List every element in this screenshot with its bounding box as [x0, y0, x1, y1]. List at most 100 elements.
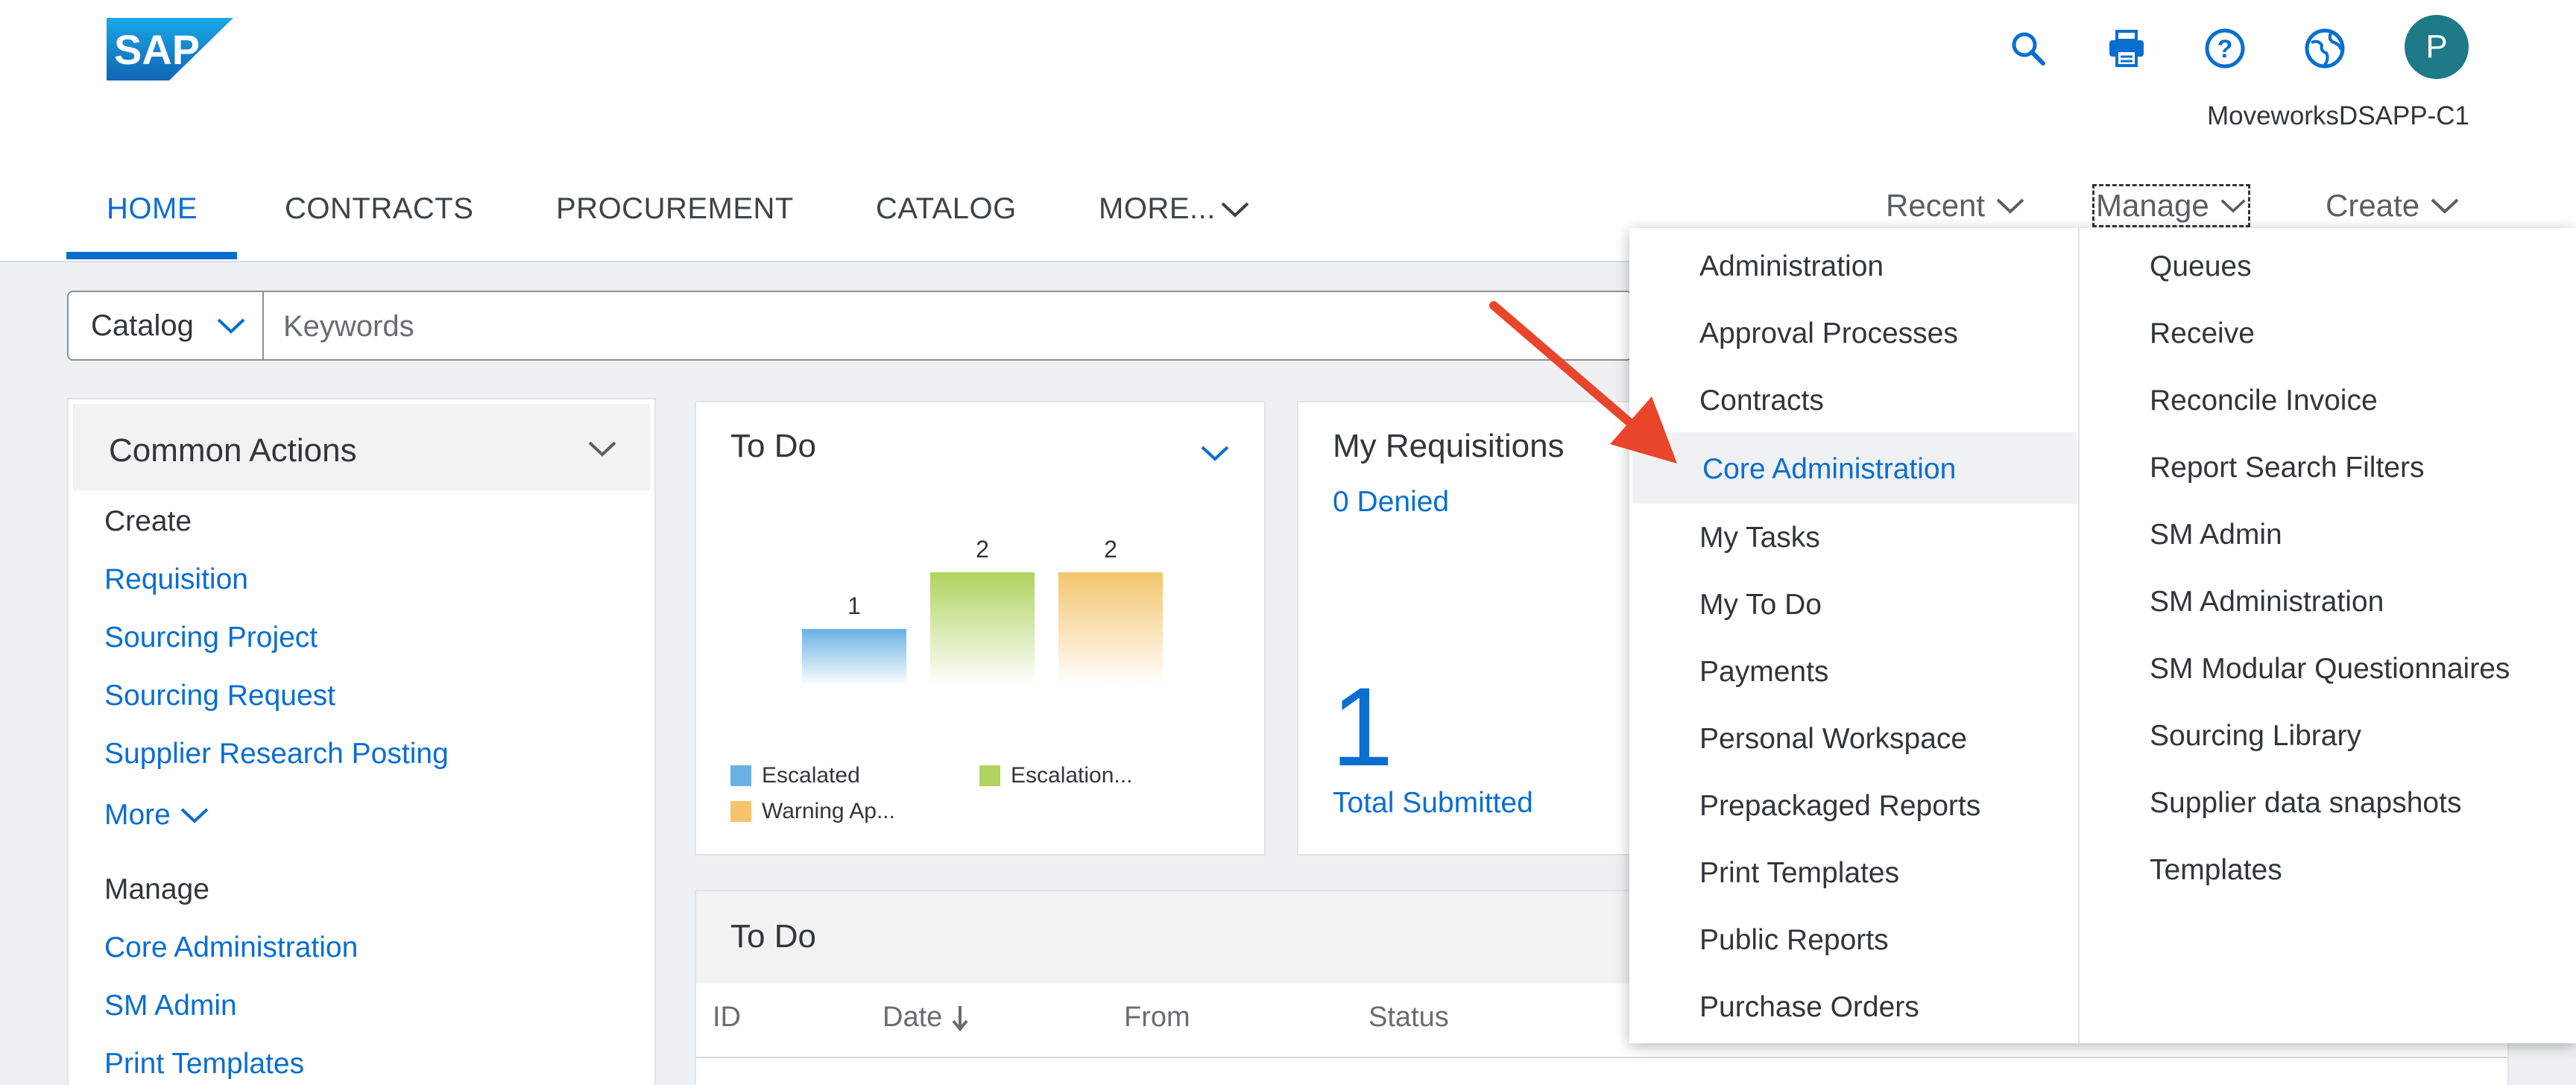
menu-item-print-templates[interactable]: Print Templates — [1699, 857, 1899, 890]
menu-item-purchase-orders[interactable]: Purchase Orders — [1699, 991, 1919, 1024]
column-date-label: Date — [883, 1002, 943, 1033]
legend-label: Warning Ap... — [762, 799, 895, 823]
bar-1[interactable] — [802, 629, 906, 686]
link-sourcing-project[interactable]: Sourcing Project — [104, 621, 318, 654]
search-scope-select[interactable]: Catalog — [69, 292, 264, 359]
menu-manage-label: Manage — [2096, 188, 2209, 223]
more-label: More — [104, 799, 171, 831]
menu-item-reconcile-invoice[interactable]: Reconcile Invoice — [2150, 385, 2378, 417]
help-icon[interactable]: ? — [2200, 24, 2250, 73]
column-from[interactable]: From — [1124, 1002, 1190, 1034]
tab-more[interactable]: MORE... — [1099, 192, 1250, 226]
tenant-name: MoveworksDSAPP-C1 — [2206, 101, 2469, 130]
manage-dropdown-menu: Administration Approval Processes Contra… — [1629, 228, 2576, 1043]
column-date[interactable]: Date — [883, 1002, 969, 1034]
chevron-down-icon — [217, 318, 245, 334]
menu-create-label: Create — [2326, 188, 2420, 223]
menu-item-administration[interactable]: Administration — [1699, 250, 1884, 283]
more-toggle[interactable]: More — [104, 799, 209, 832]
menu-item-supplier-data-snapshots[interactable]: Supplier data snapshots — [2150, 787, 2461, 820]
requisitions-tile-title: My Requisitions — [1333, 428, 1565, 464]
menu-create[interactable]: Create — [2326, 188, 2460, 224]
bar-value-label: 2 — [976, 536, 989, 563]
column-id[interactable]: ID — [713, 1002, 741, 1034]
menu-item-receive[interactable]: Receive — [2150, 317, 2255, 350]
menu-recent-label: Recent — [1886, 188, 1986, 223]
create-section-label: Create — [104, 505, 192, 537]
menu-recent[interactable]: Recent — [1886, 188, 2025, 224]
logo-text: SAP — [114, 26, 200, 73]
column-status[interactable]: Status — [1368, 1002, 1449, 1034]
tab-procurement[interactable]: PROCUREMENT — [556, 192, 794, 226]
sort-descending-icon — [952, 1005, 968, 1031]
bar-value-label: 1 — [847, 592, 861, 619]
total-submitted-value[interactable]: 1 — [1331, 671, 1393, 782]
link-supplier-research-posting[interactable]: Supplier Research Posting — [104, 738, 449, 771]
menu-item-contracts[interactable]: Contracts — [1699, 385, 1824, 417]
todo-table-title: To Do — [730, 918, 816, 955]
menu-item-sm-modular-questionnaires[interactable]: SM Modular Questionnaires — [2150, 653, 2510, 686]
menu-item-sm-admin[interactable]: SM Admin — [2150, 519, 2282, 551]
search-icon[interactable] — [2004, 24, 2053, 73]
legend-escalated: Escalated — [730, 763, 860, 788]
chevron-down-icon — [1221, 202, 1249, 218]
link-print-templates[interactable]: Print Templates — [104, 1048, 304, 1081]
menu-item-queues[interactable]: Queues — [2150, 250, 2252, 283]
menu-item-report-search-filters[interactable]: Report Search Filters — [2150, 452, 2424, 484]
menu-item-payments[interactable]: Payments — [1699, 656, 1828, 689]
chevron-down-icon[interactable] — [587, 440, 617, 458]
menu-item-sourcing-library[interactable]: Sourcing Library — [2150, 720, 2361, 753]
tab-contracts[interactable]: CONTRACTS — [285, 192, 473, 226]
menu-item-my-to-do[interactable]: My To Do — [1699, 589, 1822, 621]
menu-item-approval-processes[interactable]: Approval Processes — [1699, 317, 1958, 350]
total-submitted-label[interactable]: Total Submitted — [1333, 787, 1533, 820]
menu-item-templates[interactable]: Templates — [2150, 854, 2282, 887]
chevron-down-icon — [1996, 198, 2024, 214]
bar-2[interactable] — [930, 572, 1035, 686]
menu-item-core-administration[interactable]: Core Administration — [1702, 453, 1956, 486]
menu-item-prepackaged-reports[interactable]: Prepackaged Reports — [1699, 790, 1980, 823]
legend-escalation: Escalation... — [979, 763, 1132, 788]
tab-catalog[interactable]: CATALOG — [876, 192, 1017, 226]
chevron-down-icon — [180, 808, 209, 823]
legend-swatch — [730, 765, 751, 786]
chevron-down-icon — [2431, 198, 2459, 214]
link-requisition[interactable]: Requisition — [104, 563, 248, 596]
globe-icon[interactable] — [2300, 24, 2349, 73]
menu-item-sm-administration[interactable]: SM Administration — [2150, 586, 2384, 619]
active-tab-indicator — [66, 252, 237, 259]
todo-tile-title: To Do — [730, 428, 816, 464]
bar-3[interactable] — [1058, 572, 1163, 686]
todo-tile[interactable]: 1 2 2 To Do Escalated Escalation... Warnin… — [696, 402, 1264, 854]
tab-more-label: MORE... — [1099, 192, 1216, 225]
chevron-down-icon — [2220, 199, 2246, 213]
menu-item-public-reports[interactable]: Public Reports — [1699, 924, 1889, 957]
printer-icon[interactable] — [2102, 24, 2151, 73]
user-avatar[interactable]: P — [2405, 15, 2469, 79]
legend-label: Escalated — [762, 763, 860, 788]
common-actions-title: Common Actions — [109, 432, 357, 469]
search-bar: Catalog — [67, 291, 1632, 361]
tab-home[interactable]: HOME — [107, 192, 198, 226]
link-sm-admin[interactable]: SM Admin — [104, 990, 237, 1022]
shell-header: SAP ? P MoveworksDSAPP-C1 HOME CONTRACTS… — [0, 0, 2576, 262]
common-actions-header[interactable]: Common Actions — [73, 404, 650, 490]
bar-value-label: 2 — [1104, 536, 1117, 563]
menu-item-my-tasks[interactable]: My Tasks — [1699, 522, 1820, 554]
legend-swatch — [730, 801, 751, 822]
link-core-administration[interactable]: Core Administration — [104, 931, 358, 964]
requisitions-tile[interactable]: My Requisitions 0 Denied 1 Total Submitt… — [1298, 402, 1634, 854]
divider — [696, 1057, 2507, 1058]
divider — [2078, 228, 2080, 1043]
search-input[interactable] — [282, 300, 1619, 353]
denied-count-link[interactable]: 0 Denied — [1333, 486, 1449, 519]
chevron-down-icon[interactable] — [1200, 444, 1230, 462]
legend-swatch — [979, 765, 1000, 786]
sap-logo[interactable]: SAP — [107, 18, 233, 80]
svg-text:?: ? — [2217, 35, 2233, 63]
menu-manage[interactable]: Manage — [2092, 184, 2250, 227]
menu-item-personal-workspace[interactable]: Personal Workspace — [1699, 723, 1967, 756]
link-sourcing-request[interactable]: Sourcing Request — [104, 680, 335, 712]
legend-warning: Warning Ap... — [730, 799, 895, 824]
common-actions-panel: Common Actions Create Requisition Sourci… — [69, 399, 654, 1085]
